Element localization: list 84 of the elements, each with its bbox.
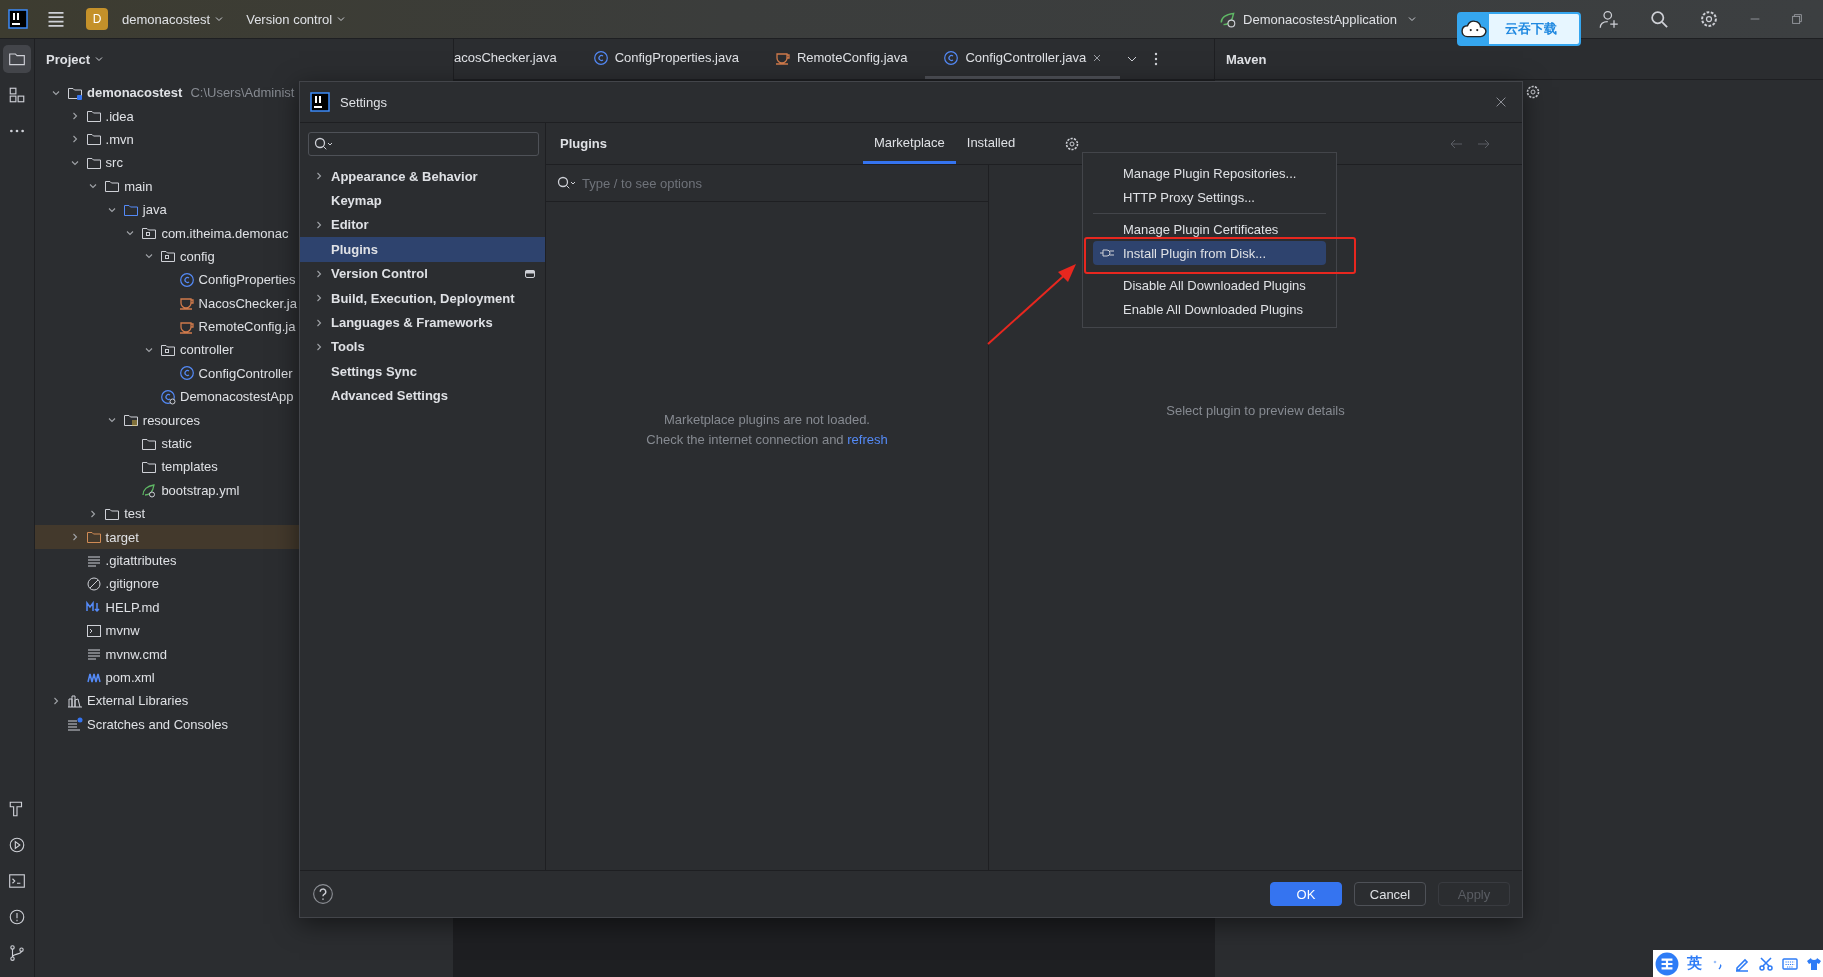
settings-nav-item[interactable]: Build, Execution, Deployment [300,285,545,311]
tree-item-label: demonacostest [87,85,183,101]
settings-nav-item[interactable]: Languages & Frameworks [300,310,545,335]
tree-item-label: NacosChecker.ja [198,295,297,311]
dialog-title: Settings [340,94,387,110]
tab-label: acosChecker.java [454,50,557,65]
maven-panel-title: Maven [1226,51,1267,67]
tree-item-label: .idea [105,108,134,124]
tree-row[interactable]: mvnw [35,619,453,643]
tree-item-label: ConfigProperties [198,272,296,288]
tree-item-label: target [105,529,139,545]
tree-row[interactable]: .gitignore [35,572,453,596]
tree-item-label: resources [142,412,200,428]
tree-item-label: DemonacostestApp [180,389,294,405]
tab-label: ConfigProperties.java [614,50,739,65]
settings-nav-item[interactable]: Editor [300,212,545,238]
empty-message: Marketplace plugins are not loaded. [664,412,870,427]
settings-nav-item[interactable]: Settings Sync [300,359,545,384]
menu-item[interactable]: Install Plugin from Disk... [1093,241,1326,265]
editor-tab[interactable]: ConfigProperties.java [574,39,757,79]
project-badge: D [86,8,108,30]
tree-row[interactable]: resources [35,408,453,432]
tree-item-label: com.itheima.demonac [161,225,289,241]
run-configuration[interactable]: DemonacostestApplication [1211,6,1425,32]
menu-item[interactable]: Enable All Downloaded Plugins [1093,297,1326,321]
settings-nav-item[interactable]: Advanced Settings [300,383,545,408]
tree-item-label: RemoteConfig.ja [198,319,296,335]
project-path: C:\Users\Administ [190,85,295,101]
plugins-title: Plugins [560,136,607,151]
connection-hint: Check the internet connection and refresh [646,432,888,447]
tree-row[interactable]: bootstrap.yml [35,478,453,503]
dialog-button[interactable]: Cancel [1354,882,1426,906]
tree-item-label: .mvn [105,131,134,147]
plugins-tab[interactable]: Installed [955,123,1027,164]
editor-tab[interactable]: RemoteConfig.java [756,39,926,79]
settings-nav-item[interactable]: Plugins [300,237,545,262]
menu-item[interactable]: Manage Plugin Repositories... [1093,161,1326,185]
plugins-tab[interactable]: Marketplace [862,123,956,164]
tree-item-label: mvnw [105,623,140,639]
tree-row[interactable]: test [35,502,453,526]
input-language[interactable]: 英 [1687,954,1702,973]
tree-row[interactable]: Scratches and Consoles [35,712,453,736]
tree-item-label: .gitattributes [105,553,177,568]
tree-item-label: static [161,436,192,452]
menu-item[interactable]: Manage Plugin Certificates [1093,217,1326,241]
tree-row[interactable]: templates [35,455,453,479]
tree-row[interactable]: pom.xml [35,665,453,690]
tree-row[interactable]: .gitattributes [35,548,453,573]
tree-item-label: templates [161,459,218,475]
tree-item-label: mvnw.cmd [105,646,167,662]
tree-item-label: HELP.md [105,599,160,615]
project-menu[interactable]: demonacostest [114,7,233,31]
settings-nav-item[interactable]: Keymap [300,188,545,213]
tree-item-label: .gitignore [105,576,160,592]
settings-nav-item[interactable]: Tools [300,334,545,360]
tree-item-label: java [142,202,167,218]
preview-hint-text: Select plugin to preview details [1166,403,1345,420]
tree-item-label: src [105,155,123,171]
tree-row[interactable]: static [35,431,453,456]
tree-item-label: bootstrap.yml [161,482,240,498]
vcs-menu[interactable]: Version control [238,7,355,31]
tree-item-label: controller [180,342,234,358]
settings-nav-item[interactable]: Appearance & Behavior [300,164,545,189]
dialog-button[interactable]: OK [1270,882,1342,906]
tree-row[interactable]: HELP.md [35,595,453,619]
tab-label: RemoteConfig.java [796,50,908,65]
tab-label: ConfigController.java [965,50,1087,65]
refresh-link[interactable]: refresh [847,432,888,447]
menu-item[interactable]: Disable All Downloaded Plugins [1093,273,1326,297]
tree-row[interactable]: External Libraries [35,689,453,713]
menu-item[interactable]: HTTP Proxy Settings... [1093,185,1326,209]
tree-row[interactable]: mvnw.cmd [35,642,453,666]
editor-tab[interactable]: acosChecker.java [454,39,575,79]
plugin-search-field[interactable]: Type / to see options [580,174,988,192]
project-panel-title[interactable]: Project [40,50,111,68]
tree-item-label: Scratches and Consoles [87,716,228,732]
tree-row[interactable]: .mvn [35,127,453,152]
tree-item-label: test [124,506,146,522]
tree-item-label: External Libraries [87,693,189,709]
settings-nav-item[interactable]: Version Control [300,261,545,286]
tree-item-label: config [180,248,215,264]
tree-item-label: ConfigController [198,365,293,381]
tree-item-label: pom.xml [105,669,155,685]
tree-item-label: main [124,178,153,194]
